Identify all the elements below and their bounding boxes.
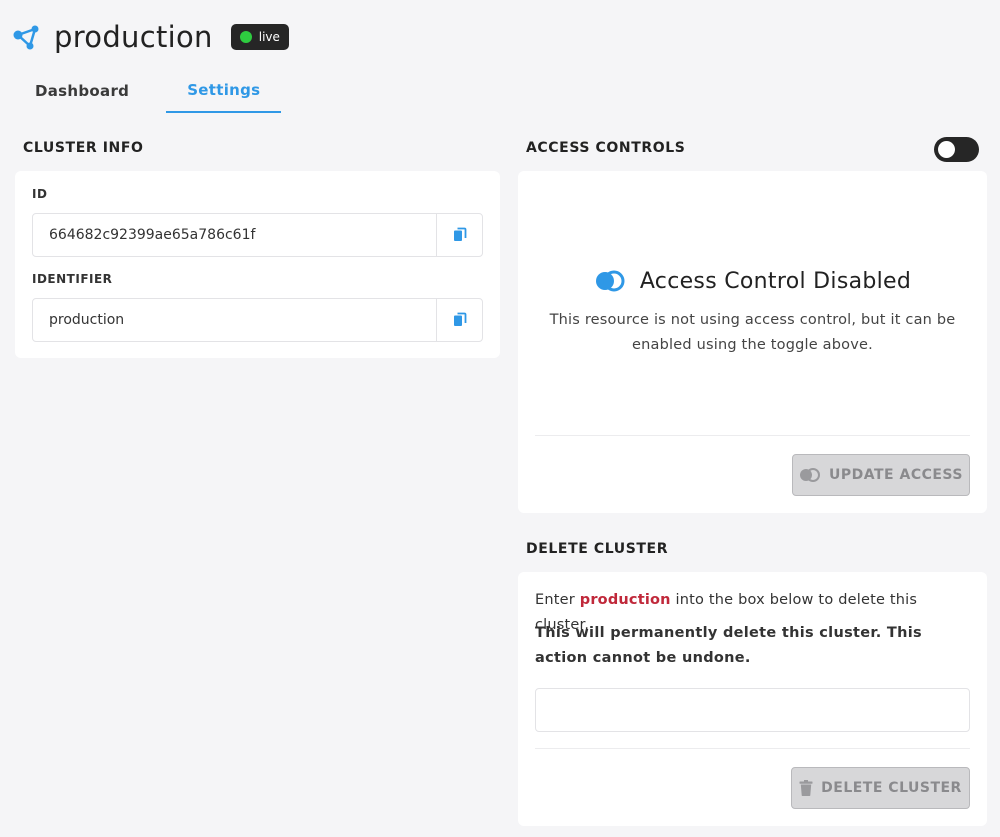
access-control-icon (595, 270, 625, 292)
status-dot-icon (239, 31, 252, 43)
update-access-button[interactable]: UPDATE ACCESS (792, 454, 970, 496)
access-control-toggle[interactable] (934, 137, 979, 162)
access-divider (535, 435, 970, 436)
id-label: ID (32, 187, 48, 201)
toggle-knob (938, 141, 955, 158)
delete-warning: This will permanently delete this cluste… (535, 625, 922, 666)
access-controls-card: Access Control Disabled This resource is… (518, 171, 987, 513)
access-control-heading: Access Control Disabled (518, 268, 987, 294)
page-header: production live (12, 18, 289, 56)
status-label: live (258, 30, 280, 44)
access-control-icon (800, 468, 820, 482)
delete-prompt-before: Enter (535, 592, 580, 608)
update-access-label: UPDATE ACCESS (829, 467, 963, 483)
cluster-logo-icon (13, 25, 39, 50)
id-value: 664682c92399ae65a786c61f (49, 227, 256, 243)
tab-bar: Dashboard Settings (14, 68, 282, 113)
delete-divider (535, 748, 970, 749)
access-controls-title: ACCESS CONTROLS (526, 140, 686, 156)
identifier-field: production (32, 298, 483, 342)
page-title: production (54, 20, 213, 54)
delete-cluster-label: DELETE CLUSTER (821, 780, 962, 796)
cluster-info-card: ID 664682c92399ae65a786c61f IDENTIFIER p… (15, 171, 500, 358)
settings-page: production live Dashboard Settings CLUST… (0, 0, 1000, 837)
delete-cluster-title: DELETE CLUSTER (526, 541, 669, 557)
copy-id-button[interactable] (436, 214, 482, 256)
tab-dashboard[interactable]: Dashboard (14, 68, 150, 113)
copy-icon (453, 312, 466, 326)
access-control-description: This resource is not using access contro… (549, 312, 956, 353)
copy-identifier-button[interactable] (436, 299, 482, 341)
trash-icon (799, 780, 813, 796)
id-field: 664682c92399ae65a786c61f (32, 213, 483, 257)
identifier-label: IDENTIFIER (32, 272, 113, 286)
tab-settings[interactable]: Settings (166, 68, 282, 113)
access-control-heading-text: Access Control Disabled (639, 268, 912, 294)
delete-cluster-button[interactable]: DELETE CLUSTER (791, 767, 970, 809)
identifier-value: production (49, 312, 125, 328)
delete-cluster-card: Enter production into the box below to d… (518, 572, 987, 826)
status-badge: live (230, 24, 289, 50)
delete-confirm-input[interactable] (535, 688, 970, 732)
cluster-info-title: CLUSTER INFO (23, 140, 144, 156)
delete-cluster-name: production (579, 592, 671, 608)
copy-icon (453, 227, 466, 241)
